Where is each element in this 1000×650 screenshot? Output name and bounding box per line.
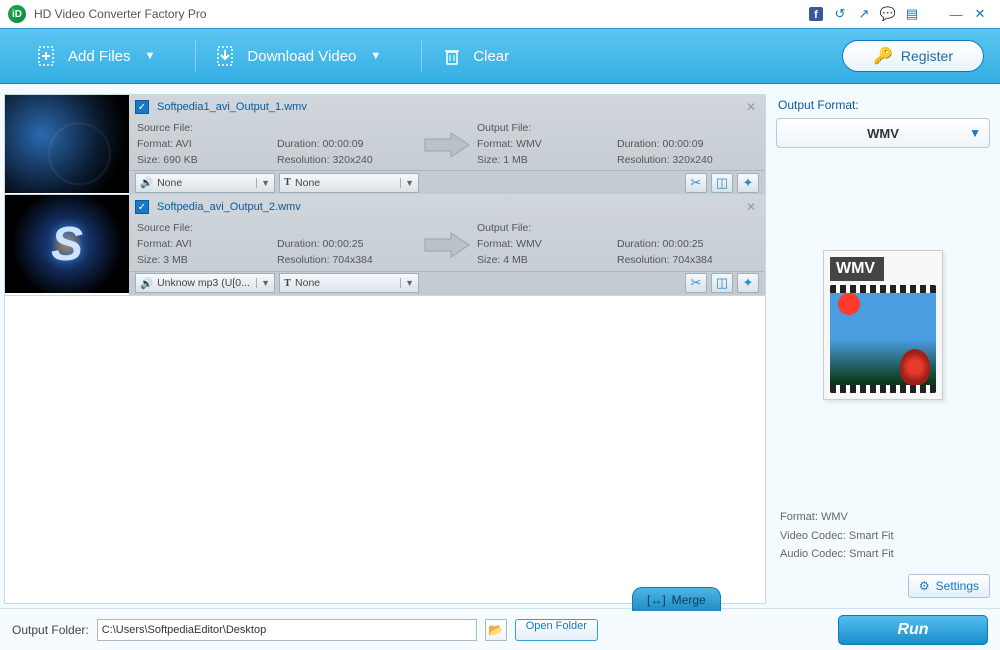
output-label: Output File: bbox=[477, 121, 617, 137]
subtitle-dropdown[interactable]: TNone▼ bbox=[279, 173, 419, 193]
audio-track-dropdown[interactable]: 🔊None▼ bbox=[135, 173, 275, 193]
add-file-icon bbox=[36, 45, 58, 67]
format-preview: WMV bbox=[776, 148, 990, 502]
format-badge: WMV bbox=[830, 257, 884, 281]
run-label: Run bbox=[897, 621, 928, 639]
download-icon bbox=[215, 45, 237, 67]
remove-file-icon[interactable]: ✕ bbox=[743, 99, 759, 115]
register-button[interactable]: 🔑 Register bbox=[842, 40, 984, 72]
crop-icon[interactable]: ◫ bbox=[711, 173, 733, 193]
file-list: ✓ Softpedia1_avi_Output_1.wmv ✕ Source F… bbox=[4, 94, 766, 604]
output-format-value: WMV bbox=[867, 126, 899, 141]
file-item: S ✓ Softpedia_avi_Output_2.wmv ✕ Source … bbox=[5, 195, 765, 295]
download-video-button[interactable]: Download Video ▼ bbox=[195, 36, 421, 76]
trash-icon bbox=[441, 45, 463, 67]
chevron-down-icon: ▼ bbox=[145, 50, 156, 62]
browse-folder-button[interactable]: 📂 bbox=[485, 619, 507, 641]
svg-text:f: f bbox=[814, 9, 818, 21]
app-title: HD Video Converter Factory Pro bbox=[34, 7, 207, 21]
source-label: Source File: bbox=[137, 121, 277, 137]
facebook-icon[interactable]: f bbox=[804, 3, 828, 25]
merge-icon: [↔] bbox=[647, 593, 666, 607]
thumbnail[interactable] bbox=[5, 95, 129, 193]
chevron-down-icon: ▼ bbox=[969, 126, 981, 140]
crop-icon[interactable]: ◫ bbox=[711, 273, 733, 293]
output-folder-input[interactable]: C:\Users\SoftpediaEditor\Desktop bbox=[97, 619, 477, 641]
output-format-dropdown[interactable]: WMV ▼ bbox=[776, 118, 990, 148]
gear-icon: ⚙ bbox=[919, 579, 930, 593]
titlebar: iD HD Video Converter Factory Pro f ↺ ↗ … bbox=[0, 0, 1000, 28]
output-folder-label: Output Folder: bbox=[12, 623, 89, 637]
chevron-down-icon: ▼ bbox=[256, 278, 270, 288]
clear-button[interactable]: Clear bbox=[421, 36, 549, 76]
download-video-label: Download Video bbox=[247, 48, 356, 65]
output-panel: Output Format: WMV ▼ WMV Format: WMV Vid… bbox=[766, 94, 996, 604]
chevron-down-icon: ▼ bbox=[400, 278, 414, 288]
file-name: Softpedia_avi_Output_2.wmv bbox=[157, 201, 301, 213]
output-format-title: Output Format: bbox=[776, 94, 990, 118]
list-icon[interactable]: ▤ bbox=[900, 3, 924, 25]
minimize-icon[interactable]: — bbox=[944, 3, 968, 25]
subtitle-dropdown[interactable]: TNone▼ bbox=[279, 273, 419, 293]
toolbar: Add Files ▼ Download Video ▼ Clear 🔑 Reg… bbox=[0, 28, 1000, 84]
merge-label: Merge bbox=[672, 593, 706, 607]
cut-icon[interactable]: ✂ bbox=[685, 273, 707, 293]
register-label: Register bbox=[901, 48, 953, 64]
merge-button[interactable]: [↔] Merge bbox=[632, 587, 721, 611]
close-icon[interactable]: ✕ bbox=[968, 3, 992, 25]
thumbnail[interactable]: S bbox=[5, 195, 129, 293]
key-icon: 🔑 bbox=[873, 46, 893, 66]
arrow-icon bbox=[417, 131, 477, 159]
remove-file-icon[interactable]: ✕ bbox=[743, 199, 759, 215]
arrow-icon bbox=[417, 231, 477, 259]
speaker-icon: 🔊 bbox=[140, 277, 153, 290]
audio-track-dropdown[interactable]: 🔊Unknow mp3 (U[0...▼ bbox=[135, 273, 275, 293]
file-item: ✓ Softpedia1_avi_Output_1.wmv ✕ Source F… bbox=[5, 95, 765, 195]
checkbox[interactable]: ✓ bbox=[135, 100, 149, 114]
file-name: Softpedia1_avi_Output_1.wmv bbox=[157, 101, 307, 113]
app-logo: iD bbox=[8, 5, 26, 23]
cut-icon[interactable]: ✂ bbox=[685, 173, 707, 193]
chevron-down-icon: ▼ bbox=[400, 178, 414, 188]
add-files-button[interactable]: Add Files ▼ bbox=[16, 36, 195, 76]
speaker-icon: 🔊 bbox=[140, 176, 153, 189]
folder-icon: 📂 bbox=[488, 623, 503, 637]
chat-icon[interactable]: 💬 bbox=[876, 3, 900, 25]
bottom-bar: [↔] Merge Output Folder: C:\Users\Softpe… bbox=[0, 608, 1000, 650]
settings-label: Settings bbox=[936, 579, 979, 593]
chevron-down-icon: ▼ bbox=[256, 178, 270, 188]
open-folder-button[interactable]: Open Folder bbox=[515, 619, 598, 641]
format-info: Format: WMV Video Codec: Smart Fit Audio… bbox=[776, 502, 990, 570]
effects-icon[interactable]: ✦ bbox=[737, 173, 759, 193]
arrow-icon[interactable]: ↗ bbox=[852, 3, 876, 25]
add-files-label: Add Files bbox=[68, 48, 131, 65]
main-area: ✓ Softpedia1_avi_Output_1.wmv ✕ Source F… bbox=[0, 84, 1000, 608]
run-button[interactable]: Run bbox=[838, 615, 988, 645]
undo-icon[interactable]: ↺ bbox=[828, 3, 852, 25]
clear-label: Clear bbox=[473, 48, 509, 65]
checkbox[interactable]: ✓ bbox=[135, 200, 149, 214]
effects-icon[interactable]: ✦ bbox=[737, 273, 759, 293]
settings-button[interactable]: ⚙ Settings bbox=[908, 574, 990, 598]
chevron-down-icon: ▼ bbox=[370, 50, 381, 62]
